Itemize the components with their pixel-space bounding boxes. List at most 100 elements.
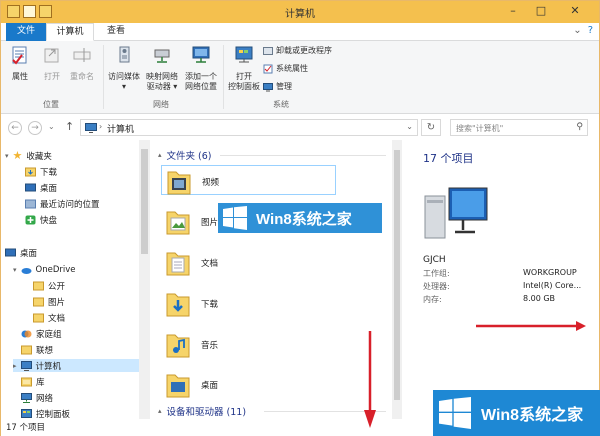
up-button[interactable]: ↑ xyxy=(65,120,74,133)
computer-icon xyxy=(85,123,97,133)
computer-icon xyxy=(20,360,32,371)
nav-computer[interactable]: ▸ 计算机 xyxy=(13,359,139,372)
chevron-down-icon[interactable]: ▾ xyxy=(5,152,9,160)
checklist-icon xyxy=(12,46,27,65)
nav-recent-places[interactable]: 最近访问的位置 xyxy=(25,197,100,210)
chevron-down-icon[interactable]: ▾ xyxy=(13,266,17,274)
nav-desktop-root[interactable]: 桌面 xyxy=(5,246,37,259)
minimize-button[interactable]: – xyxy=(499,1,527,21)
group-label-system: 系统 xyxy=(273,100,289,109)
help-icon[interactable]: ? xyxy=(588,25,593,36)
nav-public[interactable]: 公开 xyxy=(33,279,65,292)
search-input[interactable]: 搜索"计算机" ⚲ xyxy=(450,119,588,136)
network-icon xyxy=(21,392,32,403)
breadcrumb-computer[interactable]: 计算机 xyxy=(107,122,134,135)
nav-downloads[interactable]: 下载 xyxy=(25,165,57,178)
nav-kuaipan[interactable]: 快盘 xyxy=(25,213,57,226)
recent-locations-icon[interactable]: ⌄ xyxy=(48,122,55,131)
refresh-button[interactable]: ↻ xyxy=(421,119,441,136)
properties-button[interactable]: 属性 xyxy=(5,44,35,82)
window-controls: – □ ✕ xyxy=(499,1,595,21)
ribbon-controls: ⌄ ? xyxy=(573,25,593,36)
uninstall-program-button[interactable]: 卸载或更改程序 xyxy=(263,45,332,56)
access-media-button[interactable]: 访问媒体 ▾ xyxy=(105,44,143,92)
address-bar[interactable]: › 计算机 ⌄ xyxy=(80,119,418,136)
open-control-panel-button[interactable]: 打开 控制面板 xyxy=(227,44,261,92)
ribbon-separator xyxy=(103,45,104,109)
manage-icon xyxy=(263,82,273,91)
list-item[interactable]: 桌面 xyxy=(161,369,336,399)
open-button[interactable]: 打开 xyxy=(37,44,67,82)
nav-onedrive[interactable]: ▾ OneDrive xyxy=(13,263,75,276)
title-bar: 计算机 – □ ✕ xyxy=(1,1,599,23)
folders-group-header[interactable]: ▴ 文件夹 (6) xyxy=(158,148,212,162)
nav-network[interactable]: 网络 xyxy=(21,391,53,404)
tab-file[interactable]: 文件 xyxy=(6,23,46,41)
back-button[interactable]: ← xyxy=(8,121,22,135)
kuaipan-icon xyxy=(25,215,36,224)
scrollbar-thumb[interactable] xyxy=(141,149,148,254)
watermark-text: Win8系统之家 xyxy=(256,210,352,228)
devices-group-header[interactable]: ▴ 设备和驱动器 (11) xyxy=(158,404,246,418)
desktop-icon xyxy=(25,183,36,191)
list-item[interactable]: 视频 xyxy=(161,165,336,195)
music-folder-icon xyxy=(166,334,190,358)
add-network-location-button[interactable]: 添加一个 网络位置 xyxy=(181,44,221,92)
close-button[interactable]: ✕ xyxy=(555,1,595,21)
network-drive-icon xyxy=(154,49,170,63)
chevron-down-icon[interactable]: ⌄ xyxy=(573,25,581,36)
nav-desktop[interactable]: 桌面 xyxy=(25,181,57,194)
nav-lenovo[interactable]: 联想 xyxy=(21,343,53,356)
processor-value: Intel(R) Core... xyxy=(523,281,582,290)
desktop-folder-icon xyxy=(166,374,190,398)
download-folder-icon xyxy=(25,167,36,176)
network-location-icon xyxy=(192,46,210,63)
breadcrumb-separator: › xyxy=(99,122,103,131)
chevron-right-icon[interactable]: ▸ xyxy=(13,362,17,370)
group-divider xyxy=(220,155,386,156)
ribbon-separator xyxy=(223,45,224,109)
address-row: ← → ⌄ ↑ › 计算机 ⌄ ↻ 搜索"计算机" ⚲ xyxy=(1,114,599,140)
computer-icon xyxy=(424,187,488,239)
navigation-scrollbar[interactable] xyxy=(139,140,150,424)
folder-icon xyxy=(33,297,44,306)
nav-documents[interactable]: 文档 xyxy=(33,311,65,324)
downloads-folder-icon xyxy=(166,293,190,317)
nav-libraries[interactable]: 库 xyxy=(21,375,45,388)
search-icon[interactable]: ⚲ xyxy=(576,122,583,132)
cloud-icon xyxy=(21,267,32,274)
list-item[interactable]: 下载 xyxy=(161,288,336,318)
search-placeholder: 搜索"计算机" xyxy=(456,124,504,133)
list-item[interactable]: 音乐 xyxy=(161,329,336,359)
tab-view[interactable]: 查看 xyxy=(96,23,136,41)
nav-favorites[interactable]: ▾ ★ 收藏夹 xyxy=(5,149,52,162)
list-item[interactable]: 文档 xyxy=(161,247,336,277)
details-pane: 17 个项目 GJCH 工作组: WORKGROUP 处理器: Intel(R)… xyxy=(405,140,599,424)
chevron-up-icon[interactable]: ▴ xyxy=(158,151,162,159)
windows-logo-icon xyxy=(439,397,471,429)
uninstall-icon xyxy=(263,46,273,55)
folder-icon xyxy=(33,313,44,322)
chevron-up-icon[interactable]: ▴ xyxy=(158,407,162,415)
group-label-location: 位置 xyxy=(43,100,59,109)
nav-homegroup[interactable]: 家庭组 xyxy=(21,327,62,340)
navigation-pane: ▾ ★ 收藏夹 下载 桌面 最近访问的位置 快盘 桌面 ▾ OneDrive 公… xyxy=(1,140,152,424)
recent-places-icon xyxy=(25,199,36,208)
chevron-down-icon: ▾ xyxy=(121,82,126,91)
ribbon: 属性 打开 重命名 位置 访问媒体 ▾ 映射网络 驱动器 ▾ 添加一个 网络位置… xyxy=(1,41,599,114)
desktop-icon xyxy=(5,248,16,256)
chevron-down-icon[interactable]: ⌄ xyxy=(406,122,413,131)
manage-button[interactable]: 管理 xyxy=(263,81,292,92)
forward-button[interactable]: → xyxy=(28,121,42,135)
tab-computer[interactable]: 计算机 xyxy=(46,23,94,41)
scrollbar-thumb[interactable] xyxy=(394,150,400,400)
file-list-scrollbar[interactable] xyxy=(392,140,402,424)
maximize-button[interactable]: □ xyxy=(527,1,555,21)
nav-pictures[interactable]: 图片 xyxy=(33,295,65,308)
rename-button[interactable]: 重命名 xyxy=(67,44,97,82)
windows-logo-icon xyxy=(223,206,247,230)
homegroup-icon xyxy=(21,330,32,337)
folder-icon xyxy=(33,281,44,290)
system-properties-button[interactable]: 系统属性 xyxy=(263,63,308,74)
map-network-drive-button[interactable]: 映射网络 驱动器 ▾ xyxy=(143,44,181,92)
